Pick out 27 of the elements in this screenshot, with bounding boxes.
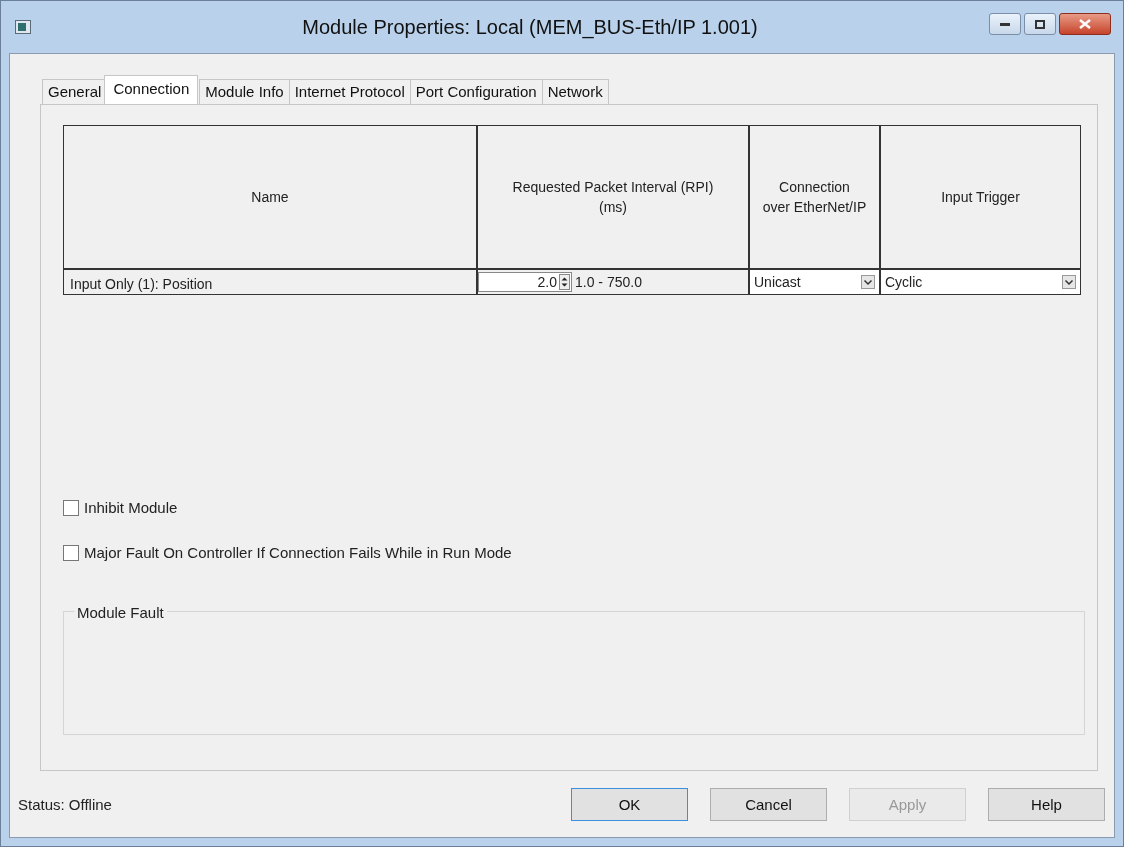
tab[interactable]: Module Info <box>199 79 290 104</box>
input-trigger-dropdown[interactable]: Cyclic <box>881 270 1080 294</box>
tab[interactable]: Connection <box>104 75 199 104</box>
dialog-button[interactable]: Help <box>988 787 1105 821</box>
maximize-button[interactable] <box>1024 13 1056 35</box>
close-icon <box>1079 19 1091 29</box>
checkbox[interactable] <box>63 544 79 561</box>
status-text: Status: Offline <box>18 795 112 813</box>
rpi-range: 1.0 - 750.0 <box>575 274 642 290</box>
rpi-spinner[interactable]: 2.0 <box>478 272 572 292</box>
dialog-button[interactable]: Cancel <box>710 787 827 821</box>
column-header: Requested Packet Interval (RPI) (ms) <box>478 126 750 270</box>
checkbox-label: Major Fault On Controller If Connection Fails While in Run Mode <box>84 544 512 561</box>
window-title: Module Properties: Local (MEM_BUS-Eth/IP 1.001) <box>301 15 759 39</box>
checkbox-label: Inhibit Module <box>84 499 178 516</box>
checkbox[interactable] <box>63 499 79 516</box>
column-header: Name <box>64 126 478 270</box>
tab[interactable]: Network <box>541 79 609 104</box>
group-title: Module Fault <box>74 604 167 621</box>
app-icon <box>15 20 31 34</box>
maximize-icon <box>1035 19 1045 29</box>
connection-dropdown[interactable]: Unicast <box>750 270 881 294</box>
minimize-button[interactable] <box>989 13 1021 35</box>
dialog-button[interactable]: OK <box>571 787 688 821</box>
minimize-icon <box>1000 22 1010 26</box>
close-button[interactable] <box>1059 13 1111 35</box>
spinner-arrows-icon <box>559 274 570 290</box>
